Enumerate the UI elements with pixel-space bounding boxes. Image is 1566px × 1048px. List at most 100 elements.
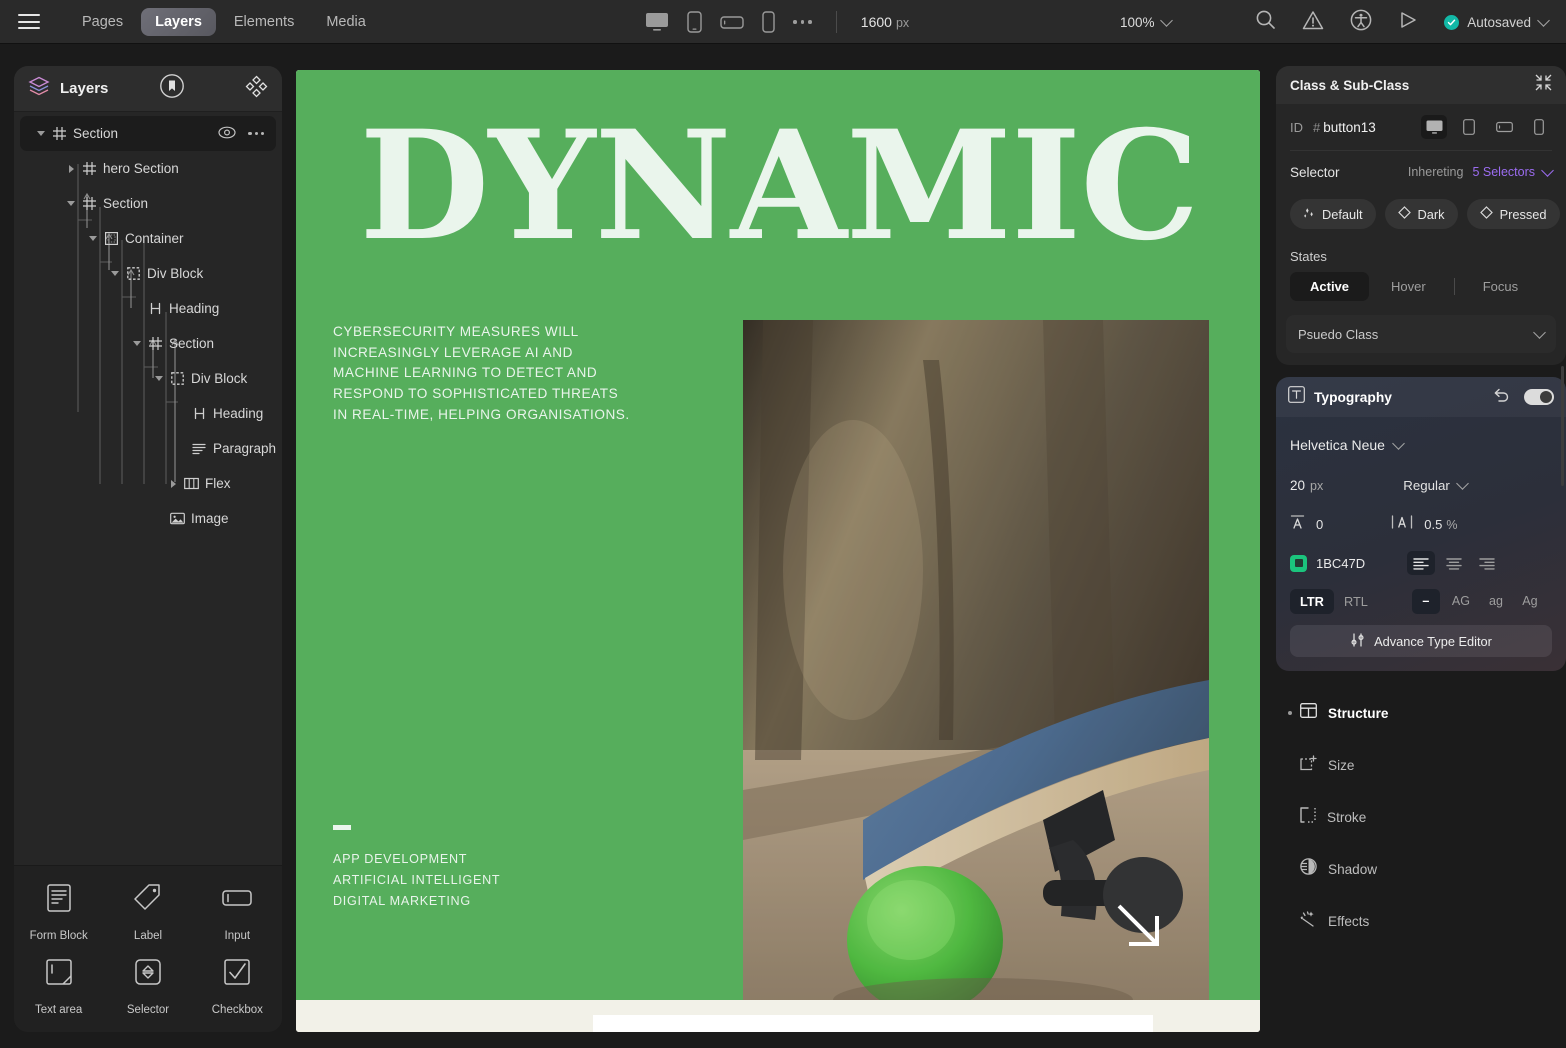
hero-headline[interactable]: DYNAMIC <box>331 111 1227 261</box>
layer-row-paragraph[interactable]: Paragraph <box>14 431 282 466</box>
chevron-down-icon[interactable] <box>1541 163 1554 177</box>
chip-pressed[interactable]: Pressed <box>1466 199 1560 229</box>
layer-row-image[interactable]: Image <box>14 501 282 536</box>
color-swatch[interactable] <box>1290 554 1307 572</box>
tab-pages[interactable]: Pages <box>68 8 137 36</box>
state-focus[interactable]: Focus <box>1463 272 1538 301</box>
state-hover[interactable]: Hover <box>1371 272 1446 301</box>
layer-row-divblock-2[interactable]: Div Block <box>14 361 282 396</box>
tab-layers[interactable]: Layers <box>141 7 216 36</box>
hero-body-text[interactable]: CYBERSECURITY MEASURES WILL INCREASINGLY… <box>333 322 633 425</box>
accordion-effects[interactable]: Effects <box>1282 895 1566 947</box>
ellipsis-icon[interactable] <box>793 20 812 24</box>
id-value[interactable]: button13 <box>1323 120 1376 135</box>
inspector-accordion: Structure Size Stroke Shadow Effects <box>1276 687 1566 947</box>
service-item[interactable]: DIGITAL MARKETING <box>333 894 500 908</box>
layer-row-section-root[interactable]: Section <box>20 116 276 151</box>
hamburger-menu-icon[interactable] <box>18 14 40 29</box>
canvas-width-field[interactable]: 1600 px <box>861 14 909 30</box>
text-case-capitalize[interactable]: Ag <box>1516 589 1544 614</box>
palette-item-selector[interactable]: Selector <box>103 954 192 1016</box>
tablet-portrait-icon[interactable] <box>687 11 702 33</box>
layers-panel: Layers Section hero Section Section Cont… <box>14 66 282 1032</box>
accordion-shadow[interactable]: Shadow <box>1282 843 1566 895</box>
tablet-landscape-icon[interactable] <box>720 14 744 31</box>
eye-icon[interactable] <box>218 126 237 142</box>
font-weight-select[interactable]: Regular <box>1403 476 1469 493</box>
bookmark-icon[interactable] <box>159 73 185 104</box>
heading-icon <box>188 407 210 420</box>
layer-more-icon[interactable] <box>248 131 264 136</box>
tablet-portrait-icon[interactable] <box>1456 115 1482 139</box>
accordion-structure[interactable]: Structure <box>1282 687 1566 739</box>
layer-row-heading-1[interactable]: Heading <box>14 291 282 326</box>
layer-row-section-2[interactable]: Section <box>14 186 282 221</box>
layer-row-hero-section[interactable]: hero Section <box>14 151 282 186</box>
align-center-icon[interactable] <box>1440 551 1468 575</box>
disclosure-arrow-right-icon[interactable] <box>64 164 78 173</box>
panel-scrollbar[interactable] <box>1561 366 1564 486</box>
undo-arrow-icon[interactable] <box>1493 387 1510 407</box>
layer-row-section-3[interactable]: Section <box>14 326 282 361</box>
palette-item-label[interactable]: Label <box>103 880 192 942</box>
disclosure-arrow-down-icon[interactable] <box>130 341 144 346</box>
components-grid-icon[interactable] <box>245 75 268 103</box>
chip-dark[interactable]: Dark <box>1384 199 1458 229</box>
disclosure-arrow-right-icon[interactable] <box>166 479 180 488</box>
layer-row-flex[interactable]: Flex <box>14 466 282 501</box>
design-canvas[interactable]: DYNAMIC CYBERSECURITY MEASURES WILL INCR… <box>296 70 1260 1032</box>
align-left-icon[interactable] <box>1407 551 1436 575</box>
tablet-landscape-icon[interactable] <box>1491 115 1517 139</box>
chip-default[interactable]: Default <box>1290 199 1376 229</box>
layer-label: Container <box>125 231 184 246</box>
palette-item-text-area[interactable]: Text area <box>14 954 103 1016</box>
search-icon[interactable] <box>1255 9 1276 35</box>
layer-row-container[interactable]: Container <box>14 221 282 256</box>
hero-section[interactable]: DYNAMIC CYBERSECURITY MEASURES WILL INCR… <box>296 70 1260 1017</box>
mobile-icon[interactable] <box>1526 115 1552 139</box>
font-size-field[interactable]: 20 px <box>1290 478 1323 493</box>
direction-rtl[interactable]: RTL <box>1334 589 1378 614</box>
palette-item-checkbox[interactable]: Checkbox <box>193 954 282 1016</box>
hero-image[interactable] <box>743 320 1209 1017</box>
service-item[interactable]: APP DEVELOPMENT <box>333 852 500 866</box>
state-active[interactable]: Active <box>1290 272 1370 301</box>
disclosure-arrow-down-icon[interactable] <box>152 376 166 381</box>
accordion-stroke[interactable]: Stroke <box>1282 791 1566 843</box>
desktop-icon[interactable] <box>1421 115 1447 139</box>
accordion-size[interactable]: Size <box>1282 739 1566 791</box>
line-height-field[interactable]: 0 <box>1290 514 1323 535</box>
accessibility-icon[interactable] <box>1350 9 1372 36</box>
direction-ltr[interactable]: LTR <box>1290 588 1334 614</box>
text-case-lowercase[interactable]: ag <box>1482 589 1510 614</box>
align-right-icon[interactable] <box>1473 551 1501 575</box>
font-family-select[interactable]: Helvetica Neue <box>1290 431 1552 459</box>
disclosure-arrow-down-icon[interactable] <box>86 236 100 241</box>
palette-item-form-block[interactable]: Form Block <box>14 880 103 942</box>
palette-item-input[interactable]: Input <box>193 880 282 942</box>
pseudo-class-select[interactable]: Psuedo Class <box>1286 315 1556 353</box>
preview-play-icon[interactable] <box>1398 10 1418 35</box>
layer-row-heading-2[interactable]: Heading <box>14 396 282 431</box>
autosave-status[interactable]: Autosaved <box>1444 13 1550 30</box>
layer-row-divblock-1[interactable]: Div Block <box>14 256 282 291</box>
warning-icon[interactable] <box>1302 10 1324 35</box>
zoom-control[interactable]: 100% <box>1120 0 1173 44</box>
letter-spacing-field[interactable]: 0.5 % <box>1391 514 1457 535</box>
tab-media[interactable]: Media <box>312 8 380 36</box>
tab-elements[interactable]: Elements <box>220 8 308 36</box>
disclosure-arrow-down-icon[interactable] <box>64 201 78 206</box>
desktop-icon[interactable] <box>645 12 669 32</box>
text-case-none[interactable]: – <box>1411 588 1440 614</box>
service-item[interactable]: ARTIFICIAL INTELLIGENT <box>333 873 500 887</box>
disclosure-arrow-down-icon[interactable] <box>108 271 122 276</box>
selector-count[interactable]: 5 Selectors <box>1472 165 1535 179</box>
color-hex-value[interactable]: 1BC47D <box>1316 556 1365 571</box>
advance-type-editor-button[interactable]: Advance Type Editor <box>1290 625 1552 657</box>
typography-enable-toggle[interactable] <box>1524 389 1554 405</box>
collapse-corners-icon[interactable] <box>1535 74 1552 96</box>
mobile-icon[interactable] <box>762 11 775 33</box>
text-case-uppercase[interactable]: AG <box>1446 589 1476 614</box>
disclosure-arrow-down-icon[interactable] <box>34 131 48 136</box>
layer-tree: Section hero Section Section Container D… <box>14 112 282 536</box>
